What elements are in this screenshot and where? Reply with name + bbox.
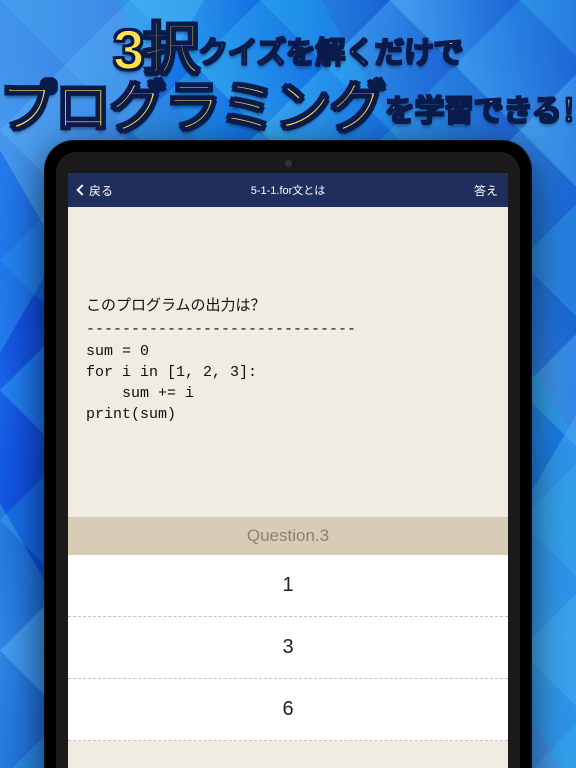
bottom-padding — [68, 741, 508, 768]
app-navbar: 戻る 5-1-1.for文とは 答え — [68, 173, 508, 207]
answer-button[interactable]: 答え — [474, 182, 498, 199]
tablet-device-frame: 戻る 5-1-1.for文とは 答え このプログラムの出力は？ --------… — [44, 140, 532, 768]
headline-text-1: クイズを解くだけで — [198, 37, 463, 70]
choice-1[interactable]: 1 — [68, 555, 508, 617]
question-body: このプログラムの出力は？ ---------------------------… — [68, 207, 508, 517]
question-prompt: このプログラムの出力は？ — [86, 295, 490, 317]
question-number-label: Question.3 — [68, 517, 508, 555]
headline-text-2: を学習できる！ — [385, 95, 576, 128]
back-button[interactable]: 戻る — [78, 182, 113, 199]
choice-2[interactable]: 3 — [68, 617, 508, 679]
question-divider: ------------------------------ — [86, 319, 490, 341]
page-title: 5-1-1.for文とは — [251, 182, 326, 198]
back-label: 戻る — [89, 182, 113, 199]
answer-choices: 1 3 6 — [68, 555, 508, 741]
app-screen: 戻る 5-1-1.for文とは 答え このプログラムの出力は？ --------… — [68, 173, 508, 768]
marketing-headline: 3択クイズを解くだけで プログラミングを学習できる！ — [0, 18, 576, 141]
headline-emphasis-2: プログラミング — [0, 76, 385, 139]
choice-3[interactable]: 6 — [68, 679, 508, 741]
headline-emphasis-1: 3択 — [113, 18, 198, 81]
device-camera — [285, 160, 292, 167]
chevron-left-icon — [76, 184, 87, 195]
question-code: sum = 0 for i in [1, 2, 3]: sum += i pri… — [86, 341, 490, 425]
